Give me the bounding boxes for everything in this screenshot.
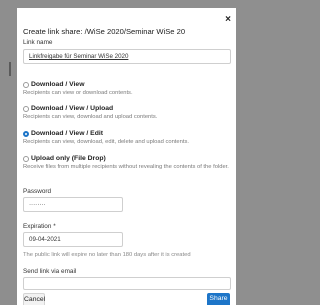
password-label: Password <box>23 188 52 195</box>
permission-description: Recipients can view or download contents… <box>23 90 133 96</box>
link-name-input[interactable]: Linkfreigabe für Seminar WiSe 2020 <box>23 49 231 64</box>
cancel-button[interactable]: Cancel <box>23 293 45 305</box>
permission-description: Recipients can view, download, edit, del… <box>23 139 189 145</box>
permission-title: Upload only (File Drop) <box>31 155 106 162</box>
expiration-value: 09-04-2021 <box>29 236 61 243</box>
radio-button[interactable] <box>23 106 29 112</box>
permission-option-download-view-upload[interactable]: Download / View / Upload Recipients can … <box>23 105 231 123</box>
share-button[interactable]: Share <box>207 293 230 305</box>
link-name-label: Link name <box>23 39 53 46</box>
expiration-date-input[interactable]: 09-04-2021 <box>23 232 123 247</box>
permission-option-download-view-edit[interactable]: Download / View / Edit Recipients can vi… <box>23 130 231 148</box>
expiration-label: Expiration * <box>23 223 56 230</box>
permission-title: Download / View / Upload <box>31 105 114 112</box>
email-input[interactable] <box>23 277 231 290</box>
permission-title: Download / View <box>31 81 85 88</box>
radio-button[interactable] <box>23 156 29 162</box>
email-label: Send link via email <box>23 268 77 275</box>
create-link-share-dialog: × Create link share: /WiSe 2020/Seminar … <box>17 8 236 305</box>
dialog-title: Create link share: /WiSe 2020/Seminar Wi… <box>23 27 186 36</box>
permission-description: Recipients can view, download and upload… <box>23 114 158 120</box>
permission-title: Download / View / Edit <box>31 130 104 137</box>
password-input[interactable]: ········ <box>23 197 123 212</box>
permission-option-download-view[interactable]: Download / View Recipients can view or d… <box>23 81 231 99</box>
radio-button-selected[interactable] <box>23 131 29 137</box>
permission-description: Receive files from multiple recipients w… <box>23 164 229 170</box>
background-edge-marker <box>9 62 11 76</box>
password-value: ········ <box>29 201 46 208</box>
close-icon[interactable]: × <box>225 15 231 25</box>
radio-button[interactable] <box>23 82 29 88</box>
permission-option-upload-only[interactable]: Upload only (File Drop) Receive files fr… <box>23 155 231 181</box>
link-name-value: Linkfreigabe für Seminar WiSe 2020 <box>29 53 129 60</box>
expiration-hint: The public link will expire no later tha… <box>23 252 191 258</box>
